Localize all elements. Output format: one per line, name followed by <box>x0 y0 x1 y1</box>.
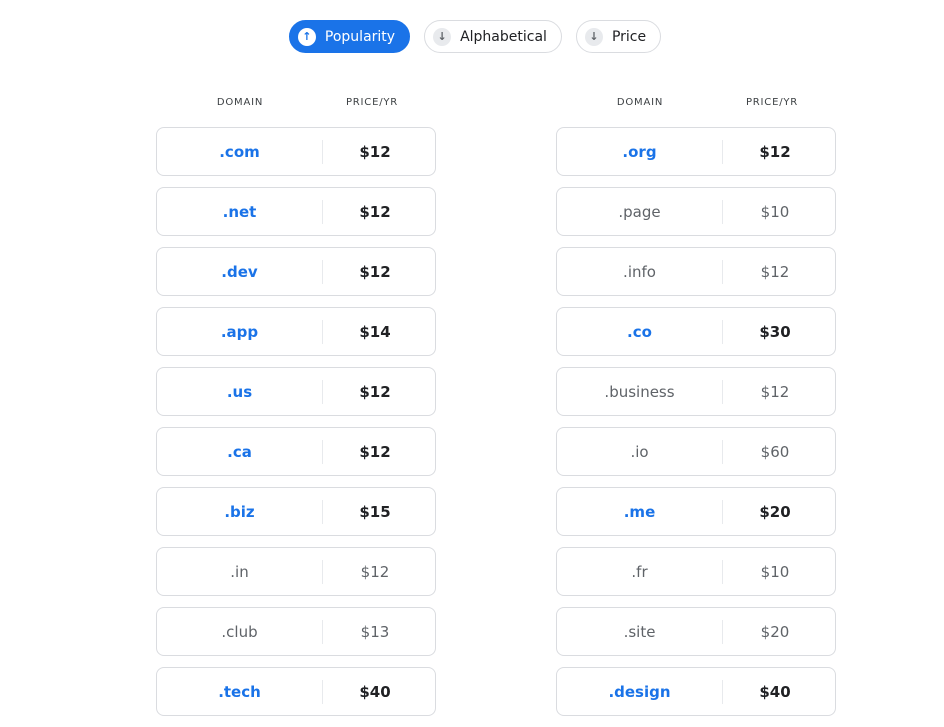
domain-price: $12 <box>760 382 790 401</box>
domain-row[interactable]: .co $30 <box>556 307 836 356</box>
domain-extension: .io <box>630 442 649 461</box>
domain-row[interactable]: .in $12 <box>156 547 436 596</box>
table-header: DOMAIN PRICE/YR <box>556 97 836 113</box>
domain-price: $12 <box>359 142 391 161</box>
domain-column-header: DOMAIN <box>616 97 664 108</box>
domain-row[interactable]: .biz $15 <box>156 487 436 536</box>
domain-extension[interactable]: .org <box>557 143 722 161</box>
domain-extension: .business <box>604 382 675 401</box>
arrow-up-icon: ↑ <box>297 27 316 46</box>
domain-row[interactable]: .com $12 <box>156 127 436 176</box>
domain-extension[interactable]: .app <box>157 323 322 341</box>
domain-price: $20 <box>759 502 791 521</box>
domain-row[interactable]: .app $14 <box>156 307 436 356</box>
domain-price: $60 <box>760 442 790 461</box>
domain-price: $12 <box>760 262 790 281</box>
domain-extension[interactable]: .net <box>157 203 322 221</box>
domain-extension[interactable]: .dev <box>157 263 322 281</box>
sort-alphabetical-label: Alphabetical <box>460 28 547 45</box>
domain-price: $12 <box>359 202 391 221</box>
domain-extension[interactable]: .design <box>557 683 722 701</box>
sort-popularity-button[interactable]: ↑ Popularity <box>288 20 411 53</box>
domain-extension[interactable]: .biz <box>157 503 322 521</box>
domain-extension[interactable]: .tech <box>157 683 322 701</box>
domain-extension: .site <box>623 622 656 641</box>
sort-popularity-label: Popularity <box>324 28 396 45</box>
domain-row[interactable]: .fr $10 <box>556 547 836 596</box>
domain-row[interactable]: .tech $40 <box>156 667 436 716</box>
domain-extension[interactable]: .com <box>157 143 322 161</box>
domain-price: $10 <box>760 202 790 221</box>
domain-extension: .club <box>221 622 258 641</box>
domain-price: $12 <box>359 262 391 281</box>
domain-row[interactable]: .org $12 <box>556 127 836 176</box>
arrow-down-icon: ↓ <box>584 27 603 46</box>
domain-extension: .fr <box>631 562 648 581</box>
domain-price: $30 <box>759 322 791 341</box>
domain-extension[interactable]: .co <box>557 323 722 341</box>
domain-price: $12 <box>360 562 390 581</box>
price-column-header: PRICE/YR <box>345 97 399 108</box>
domain-price: $14 <box>359 322 391 341</box>
domain-extension[interactable]: .us <box>157 383 322 401</box>
domain-price: $12 <box>759 142 791 161</box>
domain-price: $20 <box>760 622 790 641</box>
domain-price: $10 <box>760 562 790 581</box>
domain-row[interactable]: .club $13 <box>156 607 436 656</box>
domain-column-header: DOMAIN <box>216 97 264 108</box>
domain-row[interactable]: .me $20 <box>556 487 836 536</box>
domain-row[interactable]: .io $60 <box>556 427 836 476</box>
domain-price: $12 <box>359 382 391 401</box>
price-column-header: PRICE/YR <box>745 97 799 108</box>
domain-row[interactable]: .dev $12 <box>156 247 436 296</box>
domain-row[interactable]: .info $12 <box>556 247 836 296</box>
domain-row[interactable]: .site $20 <box>556 607 836 656</box>
domain-price: $12 <box>359 442 391 461</box>
arrow-down-icon: ↓ <box>433 27 452 46</box>
domain-row[interactable]: .design $40 <box>556 667 836 716</box>
domain-table-left: DOMAIN PRICE/YR .com $12 .net $12 .dev $12 .ap… <box>156 97 436 727</box>
domain-price: $15 <box>359 502 391 521</box>
domain-price: $40 <box>759 682 791 701</box>
domain-price: $40 <box>359 682 391 701</box>
domain-row[interactable]: .ca $12 <box>156 427 436 476</box>
sort-options: ↑ Popularity ↓ Alphabetical ↓ Price <box>0 20 944 53</box>
domain-extension: .info <box>623 262 656 281</box>
sort-price-label: Price <box>611 28 647 45</box>
sort-price-button[interactable]: ↓ Price <box>575 20 662 53</box>
domain-row[interactable]: .us $12 <box>156 367 436 416</box>
domain-extension: .page <box>618 202 661 221</box>
domain-price: $13 <box>360 622 390 641</box>
domain-row[interactable]: .net $12 <box>156 187 436 236</box>
table-header: DOMAIN PRICE/YR <box>156 97 436 113</box>
domain-row[interactable]: .business $12 <box>556 367 836 416</box>
domain-extension: .in <box>230 562 249 581</box>
sort-alphabetical-button[interactable]: ↓ Alphabetical <box>424 20 562 53</box>
domain-row[interactable]: .page $10 <box>556 187 836 236</box>
domain-extension[interactable]: .ca <box>157 443 322 461</box>
domain-table-right: DOMAIN PRICE/YR .org $12 .page $10 .info $12.… <box>556 97 836 727</box>
domain-extension[interactable]: .me <box>557 503 722 521</box>
